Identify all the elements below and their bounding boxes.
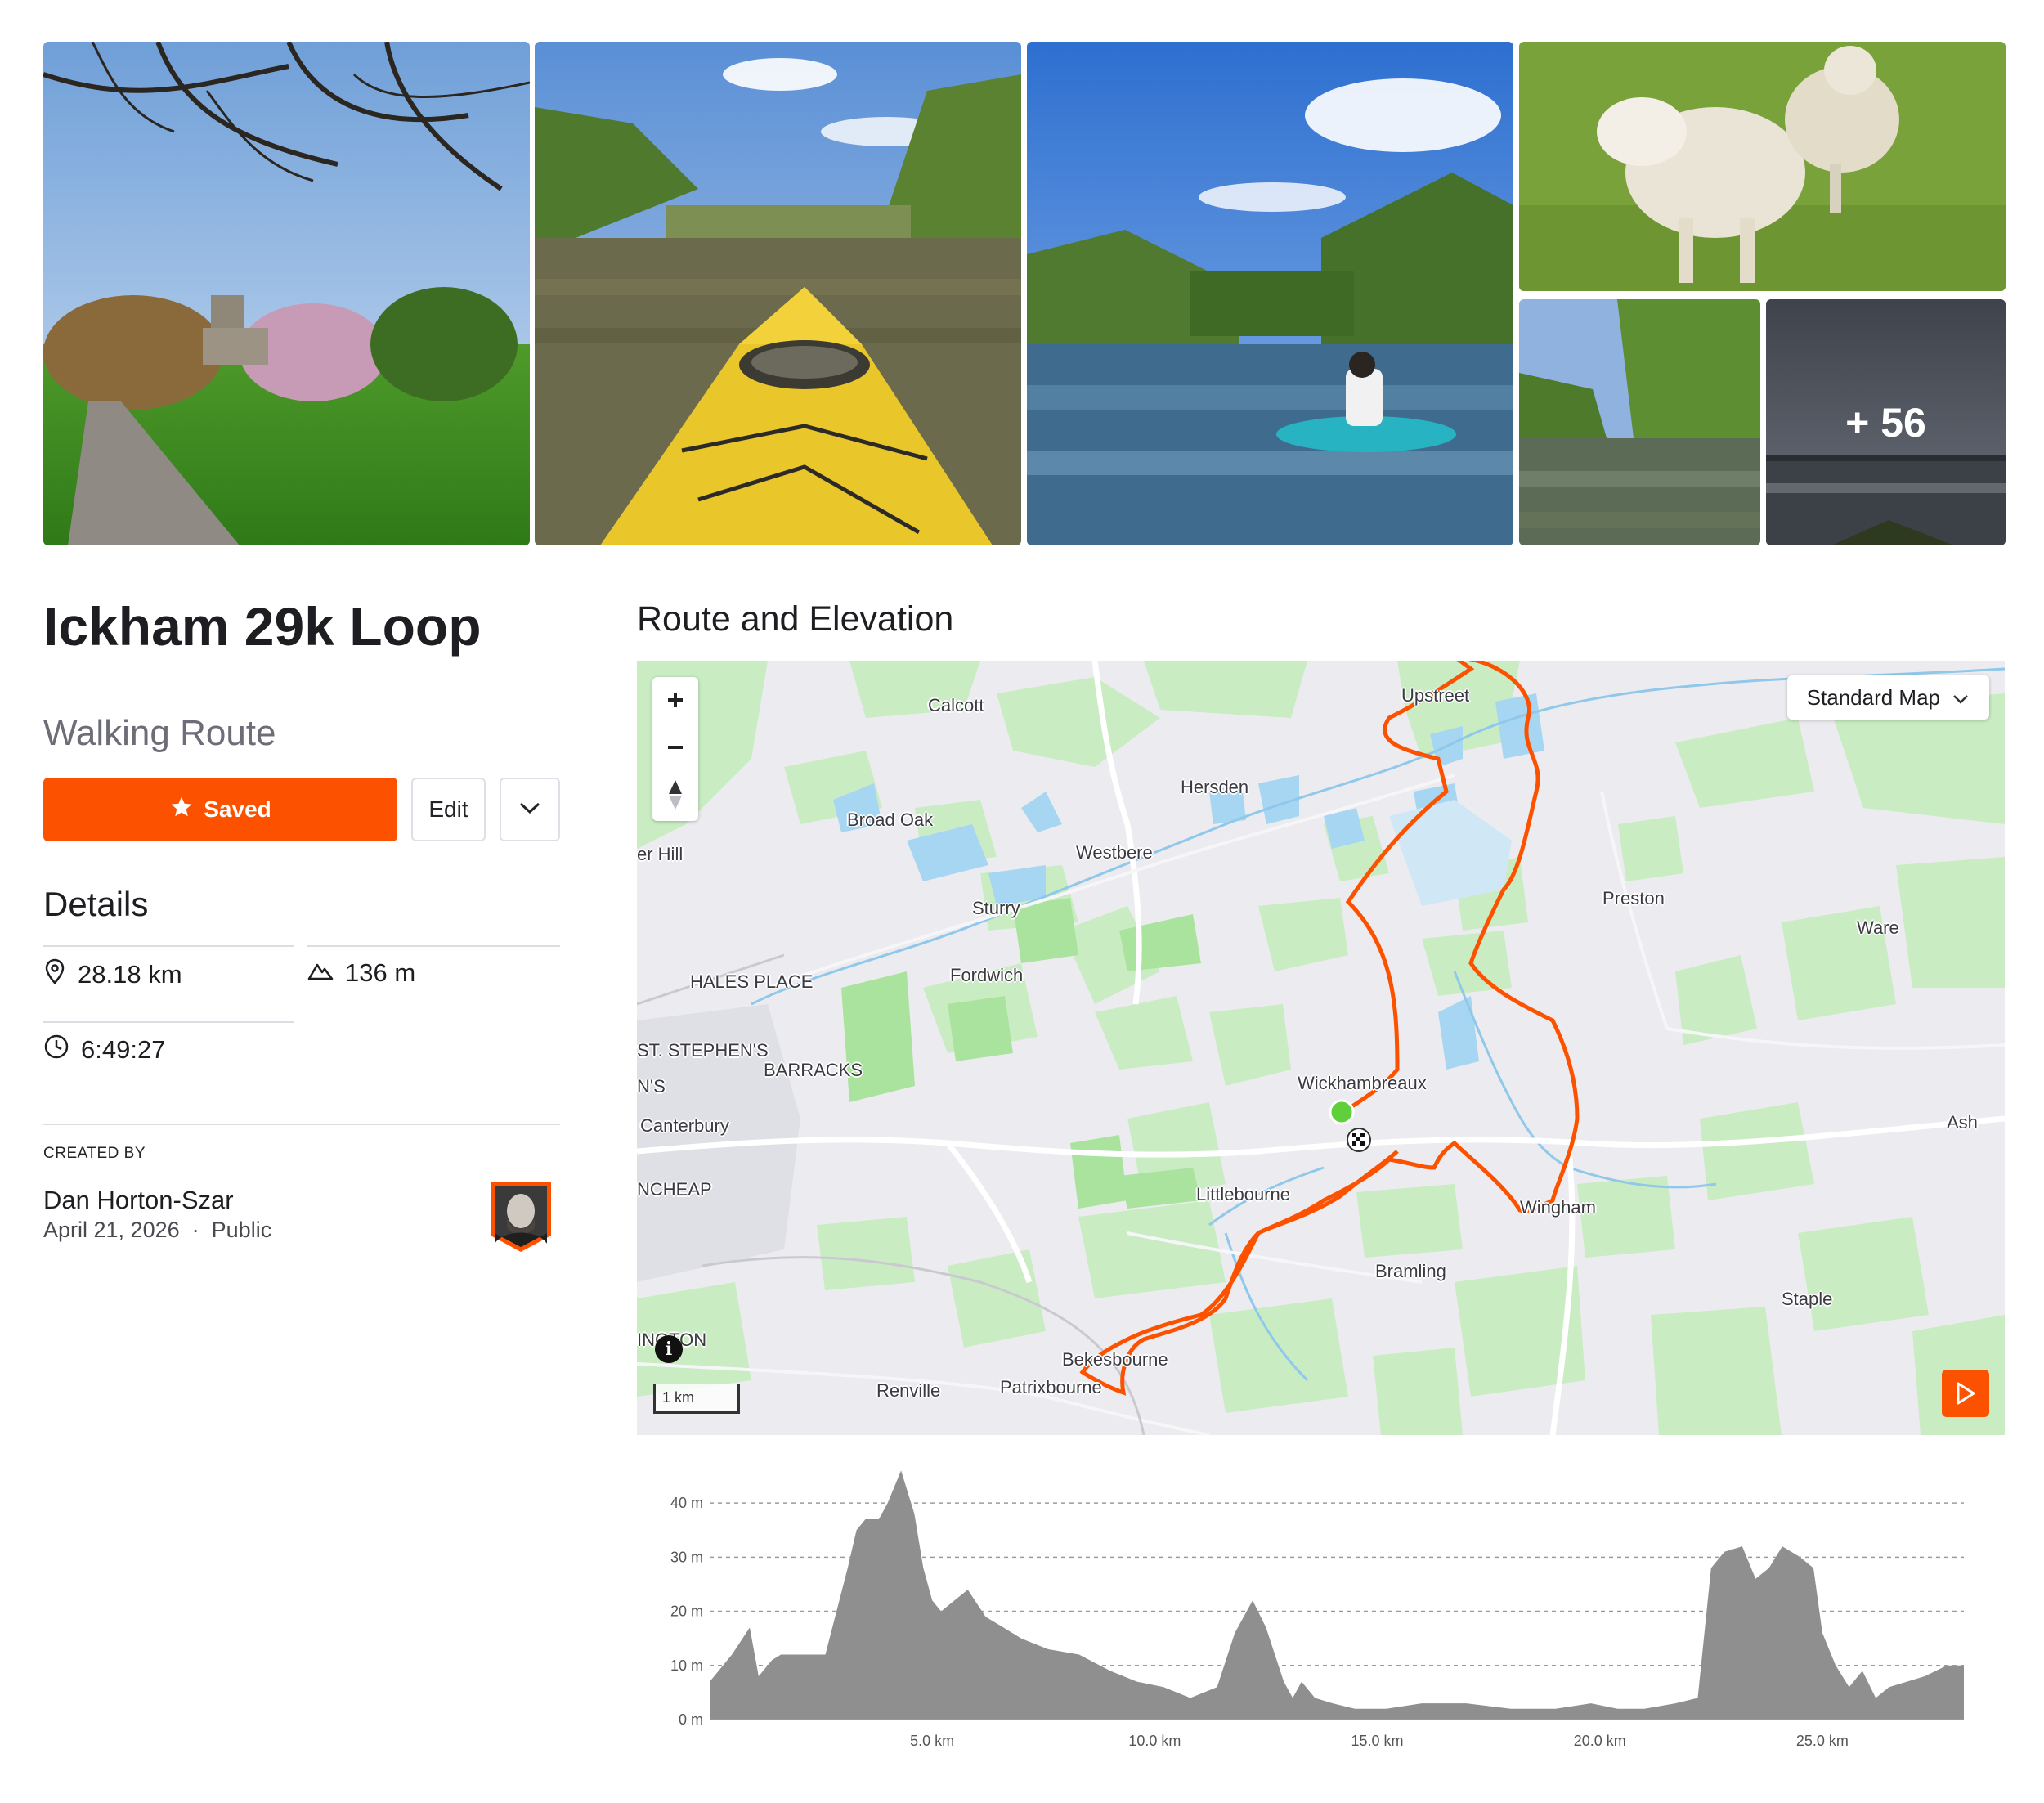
place-label: Ware [1857, 917, 1899, 938]
distance-value: 28.18 km [78, 960, 182, 989]
place-label: Patrixbourne [1000, 1377, 1102, 1397]
place-label: Westbere [1076, 842, 1153, 863]
y-tick-label: 0 m [679, 1711, 703, 1728]
place-label: Fordwich [950, 965, 1024, 985]
kayak-river-photo[interactable] [535, 42, 1021, 545]
scale-label: 1 km [662, 1389, 695, 1406]
more-photos-count[interactable]: + 56 [1766, 299, 2006, 545]
info-icon[interactable]: i [655, 1335, 683, 1363]
place-label: HALES PLACE [690, 971, 814, 992]
section-title: Route and Elevation [637, 599, 954, 639]
mountain-icon [307, 958, 334, 988]
zoom-out-button[interactable] [652, 724, 698, 770]
paddleboard-photo[interactable] [1027, 42, 1513, 545]
minus-icon [668, 746, 683, 749]
map-base [637, 661, 2005, 1435]
route-map[interactable]: Calcott Upstreet Hersden Broad Oak er Hi… [637, 661, 2005, 1435]
willow-river-photo[interactable] [1519, 299, 1760, 545]
y-tick-label: 40 m [670, 1495, 703, 1511]
divider [43, 945, 294, 947]
more-options-button[interactable] [500, 778, 560, 841]
details-heading: Details [43, 885, 149, 923]
avatar[interactable] [487, 1178, 554, 1254]
route-title: Ickham 29k Loop [43, 596, 482, 657]
created-by-label: CREATED BY [43, 1145, 146, 1162]
place-label: N'S [637, 1076, 666, 1097]
start-marker [1329, 1099, 1355, 1125]
visibility: Public [211, 1218, 272, 1242]
map-style-label: Standard Map [1806, 684, 1940, 710]
place-label: Renville [876, 1380, 941, 1401]
moving-time-value: 6:49:27 [81, 1035, 166, 1064]
finish-flag-icon [1347, 1128, 1371, 1152]
place-label: NCHEAP [637, 1179, 712, 1200]
zoom-in-button[interactable] [652, 677, 698, 723]
dusk-lake-photo[interactable]: + 56 [1766, 299, 2006, 545]
divider [307, 945, 560, 947]
place-label: Wickhambreaux [1298, 1073, 1427, 1093]
divider [43, 1021, 294, 1023]
map-pin-icon [43, 958, 66, 991]
place-label: Bramling [1375, 1261, 1446, 1281]
compass-icon [669, 780, 682, 810]
meta-separator: · [191, 1218, 199, 1242]
place-label: Canterbury [640, 1115, 729, 1136]
place-label: er Hill [637, 844, 684, 864]
x-tick-label: 15.0 km [1351, 1733, 1404, 1749]
place-label: Preston [1602, 888, 1665, 908]
chart-area [710, 1470, 1964, 1720]
creator-meta: April 21, 2026 · Public [43, 1218, 271, 1243]
place-label: Hersden [1181, 777, 1249, 797]
elevation-chart[interactable]: 0 m 10 m 20 m 30 m 40 m 5.0 km 10.0 km 15.0 km 2… [637, 1451, 2005, 1778]
saved-button[interactable]: Saved [43, 778, 397, 841]
place-label: Staple [1782, 1289, 1833, 1309]
place-label: Sturry [972, 898, 1020, 918]
elevation-area [710, 1470, 1964, 1720]
church-path-photo[interactable] [43, 42, 530, 545]
place-label: Upstreet [1401, 685, 1470, 706]
elevation-gain-value: 136 m [345, 958, 416, 987]
chevron-down-icon [1952, 685, 1970, 711]
elevation-stat: 136 m [307, 958, 415, 988]
place-label: ST. STEPHEN'S [637, 1040, 769, 1061]
place-label: Calcott [928, 695, 984, 715]
clock-icon [43, 1034, 69, 1066]
scale-bar: 1 km [653, 1384, 740, 1414]
time-stat: 6:49:27 [43, 1034, 165, 1066]
plus-icon [668, 693, 683, 707]
x-tick-label: 5.0 km [910, 1733, 954, 1749]
chevron-down-icon [518, 801, 541, 819]
distance-stat: 28.18 km [43, 958, 182, 991]
sheep-photo[interactable] [1519, 42, 2006, 291]
place-label: BARRACKS [764, 1060, 863, 1080]
x-tick-label: 20.0 km [1574, 1733, 1626, 1749]
route-type: Walking Route [43, 713, 276, 753]
place-label: Bekesbourne [1062, 1349, 1168, 1370]
y-tick-label: 20 m [670, 1603, 703, 1620]
place-label: Broad Oak [847, 810, 934, 830]
star-icon [169, 795, 194, 825]
saved-label: Saved [204, 796, 271, 822]
created-date: April 21, 2026 [43, 1218, 180, 1242]
play-flyover-button[interactable] [1942, 1370, 1989, 1417]
place-label: Wingham [1520, 1197, 1596, 1218]
creator-name[interactable]: Dan Horton-Szar [43, 1186, 234, 1215]
place-label: Ash [1947, 1112, 1978, 1132]
divider [43, 1124, 560, 1125]
map-style-select[interactable]: Standard Map [1786, 675, 1989, 720]
edit-button[interactable]: Edit [411, 778, 486, 841]
play-icon [1957, 1382, 1975, 1405]
x-tick-label: 10.0 km [1128, 1733, 1181, 1749]
y-tick-label: 30 m [670, 1549, 703, 1565]
compass-button[interactable] [652, 772, 698, 818]
x-tick-label: 25.0 km [1796, 1733, 1849, 1749]
zoom-controls [652, 677, 698, 821]
place-label: Littlebourne [1196, 1184, 1290, 1204]
y-tick-label: 10 m [670, 1657, 703, 1674]
